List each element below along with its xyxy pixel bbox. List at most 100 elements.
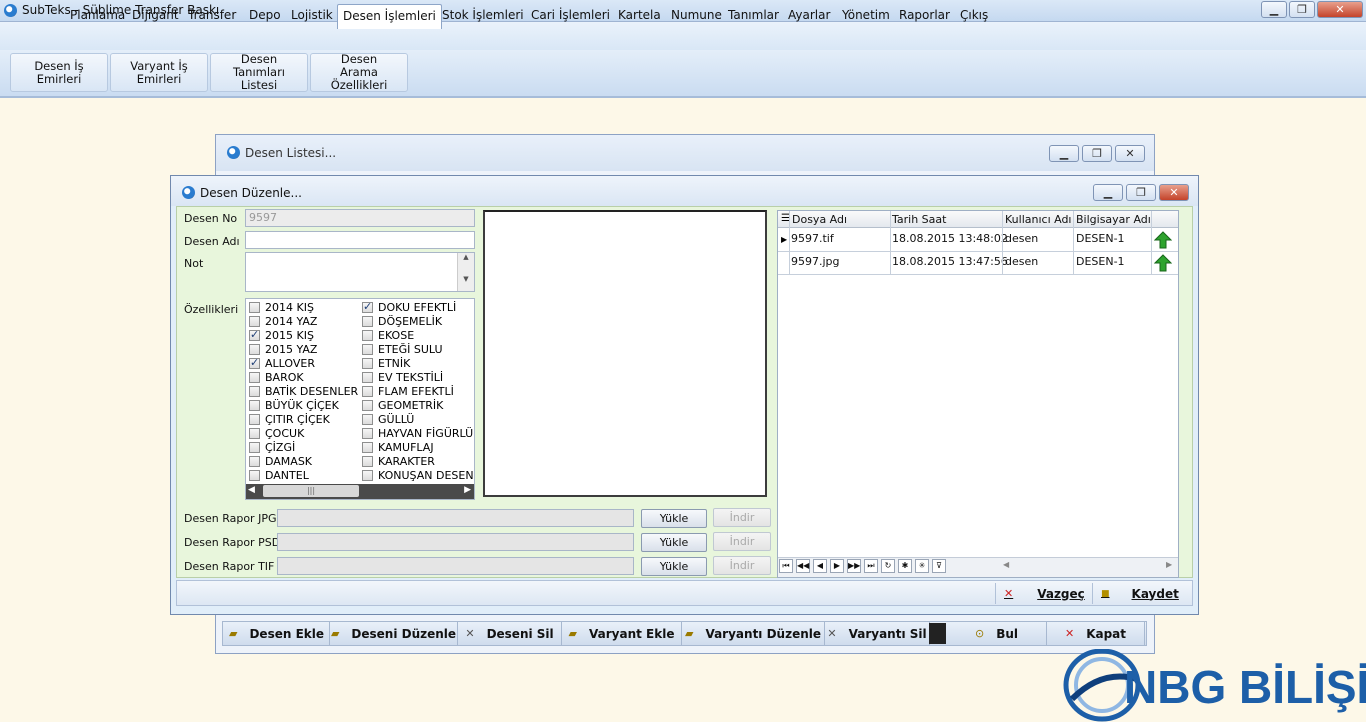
checkbox[interactable] [362,414,373,425]
feature-features_left-11[interactable]: DAMASK [249,455,312,468]
nav-button-8-icon[interactable]: ✳ [915,559,929,573]
feature-features_right-9[interactable]: HAYVAN FİGÜRLÜ [362,427,473,440]
toolbar-button-5[interactable]: ✕ Varyantı Sil [825,622,930,645]
feature-features_right-0[interactable]: DOKU EFEKTLİ [362,300,456,314]
ribbon-desen-is-emirleri[interactable]: Desen İş Emirleri [10,53,108,92]
not-scrollbar[interactable]: ▲ ▼ [457,253,474,291]
feature-features_left-3[interactable]: 2015 YAZ [249,343,317,356]
ribbon-varyant-is-emirleri[interactable]: Varyant İş Emirleri [110,53,208,92]
checkbox[interactable] [362,344,373,355]
bg-close-button[interactable]: ✕ [1115,145,1145,162]
desen-adi-input[interactable] [245,231,475,249]
feature-features_right-4[interactable]: ETNİK [362,357,410,370]
menu-item-1[interactable]: Dijigant [132,8,179,22]
checkbox[interactable] [249,328,260,341]
vazgec-button[interactable]: ✕ Vazgeç [995,583,1090,604]
menu-item-13[interactable]: Raporlar [899,8,950,22]
checkbox[interactable] [362,442,373,453]
menu-item-7[interactable]: Cari İşlemleri [531,8,610,22]
nav-button-1-icon[interactable]: ◀◀ [796,559,810,573]
checkbox[interactable] [249,456,260,467]
toolbar-button-7[interactable]: ✕ Kapat [1047,622,1145,645]
report-path-field-2[interactable] [277,557,634,575]
upload-button-0[interactable]: Yükle [641,509,707,528]
scroll-left-icon[interactable]: ◀ [248,485,255,495]
menu-item-5[interactable]: Desen İşlemleri [337,4,442,29]
upload-button-2[interactable]: Yükle [641,557,707,576]
toolbar-button-3[interactable]: ▰ Varyant Ekle [562,622,682,645]
nav-button-9-icon[interactable]: ⊽ [932,559,946,573]
feature-features_right-2[interactable]: EKOSE [362,329,414,342]
checkbox[interactable] [249,400,260,411]
toolbar-button-4[interactable]: ▰ Varyantı Düzenle [682,622,825,645]
kaydet-button[interactable]: ■ Kaydet [1092,583,1190,604]
checkbox[interactable] [249,428,260,439]
nav-button-0-icon[interactable]: ⏮ [779,559,793,573]
minimize-button[interactable]: ▁ [1261,1,1287,18]
checkbox[interactable] [249,316,260,327]
feature-features_left-6[interactable]: BATİK DESENLER [249,385,358,398]
feature-features_right-10[interactable]: KAMUFLAJ [362,441,434,454]
toolbar-button-2[interactable]: ✕ Deseni Sil [458,622,562,645]
feature-features_left-2[interactable]: 2015 KIŞ [249,328,314,342]
feature-features_left-12[interactable]: DANTEL [249,469,309,482]
nav-button-3-icon[interactable]: ▶ [830,559,844,573]
report-path-field-1[interactable] [277,533,634,551]
toolbar-button-6[interactable]: ⊙ Bul [947,622,1047,645]
dialog-close-button[interactable]: ✕ [1159,184,1189,201]
ribbon-desen-arama-ozellikleri[interactable]: Desen Arama Özellikleri [310,53,408,92]
close-button[interactable]: ✕ [1317,1,1363,18]
upload-button-1[interactable]: Yükle [641,533,707,552]
menu-item-14[interactable]: Çıkış [960,8,988,22]
checkbox[interactable] [249,356,260,369]
checkbox[interactable] [362,470,373,481]
checkbox[interactable] [362,428,373,439]
feature-features_left-0[interactable]: 2014 KIŞ [249,301,314,314]
checkbox[interactable] [362,300,373,313]
col-kullanici-adi[interactable]: Kullanıcı Adı [1005,213,1072,226]
menu-item-8[interactable]: Kartela [618,8,661,22]
feature-features_right-3[interactable]: ETEĞİ SULU [362,343,443,356]
nav-button-7-icon[interactable]: ✱ [898,559,912,573]
bg-minimize-button[interactable]: ▁ [1049,145,1079,162]
checkbox[interactable] [249,344,260,355]
feature-features_left-9[interactable]: ÇOCUK [249,427,304,440]
checkbox[interactable] [249,414,260,425]
checkbox[interactable] [362,386,373,397]
feature-features_left-4[interactable]: ALLOVER [249,356,315,370]
checkbox[interactable] [362,316,373,327]
col-bilgisayar-adi[interactable]: Bilgisayar Adı [1076,213,1151,226]
menu-item-12[interactable]: Yönetim [842,8,890,22]
checkbox[interactable] [362,330,373,341]
menu-item-10[interactable]: Tanımlar [728,8,779,22]
feature-features_left-5[interactable]: BAROK [249,371,304,384]
toolbar-button-1[interactable]: ▰ Deseni Düzenle [330,622,458,645]
upload-arrow-icon[interactable] [1153,231,1173,252]
report-path-field-0[interactable] [277,509,634,527]
menu-item-3[interactable]: Depo [249,8,281,22]
menu-item-2[interactable]: Transfer [188,8,236,22]
feature-features_left-10[interactable]: ÇİZGİ [249,441,295,454]
checkbox[interactable] [362,400,373,411]
nav-button-6-icon[interactable]: ↻ [881,559,895,573]
scroll-right-icon[interactable]: ▶ [464,485,471,495]
feature-features_left-8[interactable]: ÇITIR ÇİÇEK [249,413,330,426]
menu-item-0[interactable]: Planlama [70,8,125,22]
toolbar-button-0[interactable]: ▰ Desen Ekle [224,622,330,645]
upload-arrow-icon[interactable] [1153,254,1173,275]
checkbox[interactable] [249,302,260,313]
checkbox[interactable] [362,372,373,383]
grid-scroll-left-icon[interactable]: ◀ [1003,560,1009,569]
checkbox[interactable] [249,386,260,397]
nav-button-5-icon[interactable]: ⏭ [864,559,878,573]
checkbox[interactable] [249,372,260,383]
feature-features_left-1[interactable]: 2014 YAZ [249,315,317,328]
menu-item-11[interactable]: Ayarlar [788,8,830,22]
nav-button-2-icon[interactable]: ◀ [813,559,827,573]
menu-item-9[interactable]: Numune [671,8,722,22]
checklist-hscrollbar[interactable]: ◀ ||| ▶ [246,484,474,499]
feature-features_right-12[interactable]: KONUŞAN DESENLER [362,469,474,482]
ribbon-desen-tanimlari-listesi[interactable]: Desen Tanımları Listesi [210,53,308,92]
maximize-button[interactable]: ❐ [1289,1,1315,18]
nav-button-4-icon[interactable]: ▶▶ [847,559,861,573]
